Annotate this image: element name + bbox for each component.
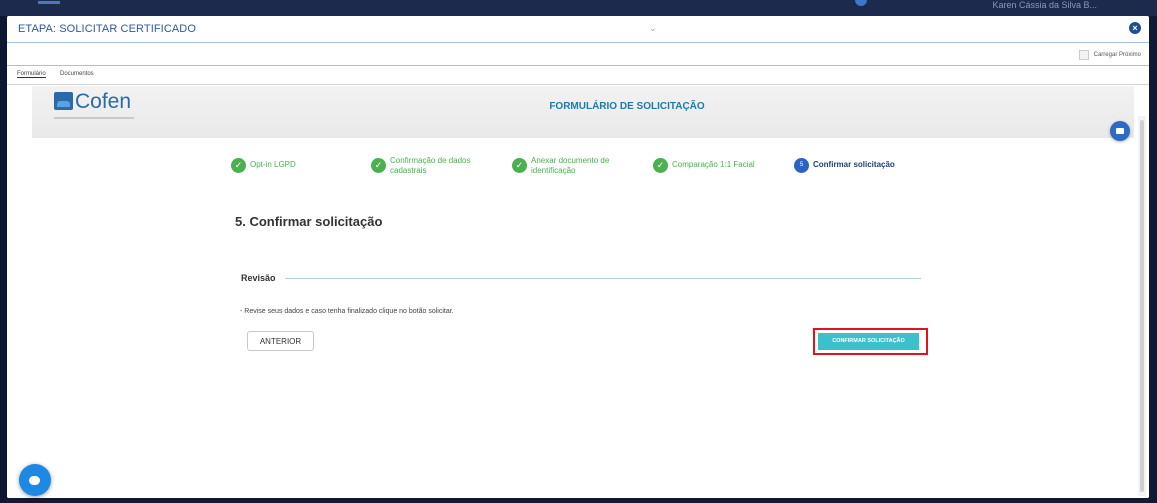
- check-icon: ✓: [512, 158, 527, 173]
- previous-button[interactable]: ANTERIOR: [247, 331, 314, 351]
- confirm-highlight: CONFIRMAR SOLICITAÇÃO: [813, 328, 928, 355]
- section-title: 5. Confirmar solicitação: [235, 214, 383, 229]
- step-label: Opt-in LGPD: [250, 160, 296, 169]
- tab-documentos[interactable]: Documentos: [60, 71, 94, 77]
- load-next-label: Carregar Próximo: [1093, 52, 1141, 58]
- dialog-header: ETAPA: SOLICITAR CERTIFICADO ⌄ ×: [7, 16, 1149, 43]
- step-label: Anexar documento de identificação: [531, 156, 609, 176]
- chevron-down-icon[interactable]: ⌄: [649, 23, 657, 34]
- review-instructions: - Revise seus dados e caso tenha finaliz…: [240, 308, 454, 315]
- dialog-title: ETAPA: SOLICITAR CERTIFICADO: [18, 23, 197, 35]
- step-anexar-documento: ✓ Anexar documento de identificação: [512, 156, 609, 176]
- step-label-line2: cadastrais: [390, 166, 427, 175]
- step-confirmar-solicitacao: 5 Confirmar solicitação: [794, 156, 895, 173]
- scrollbar-thumb[interactable]: [1140, 120, 1144, 492]
- form-content: Cofen FORMULÁRIO DE SOLICITAÇÃO ✓ Opt-in…: [7, 86, 1149, 498]
- close-icon[interactable]: ×: [1129, 22, 1141, 34]
- step-label: Confirmar solicitação: [813, 160, 895, 169]
- dialog-subbar: Carregar Próximo: [7, 43, 1149, 66]
- step-label-line1: Anexar documento de: [531, 156, 610, 165]
- step-confirmacao-dados: ✓ Confirmação de dados cadastrais: [371, 156, 471, 176]
- check-icon: ✓: [653, 158, 668, 173]
- review-label: Revisão: [241, 273, 276, 283]
- step-label-line2: identificação: [531, 166, 576, 175]
- step-label: Comparação 1:1 Facial: [672, 160, 755, 169]
- step-number: 5: [794, 158, 809, 173]
- tab-formulario[interactable]: Formulário: [17, 71, 46, 78]
- load-next-option[interactable]: Carregar Próximo: [1078, 50, 1141, 60]
- dialog-tabs: Formulário Documentos: [7, 66, 1149, 85]
- load-next-checkbox[interactable]: [1078, 50, 1089, 60]
- form-header: Cofen FORMULÁRIO DE SOLICITAÇÃO: [32, 86, 1134, 138]
- chat-floating-icon[interactable]: [1110, 121, 1130, 141]
- task-dialog: ETAPA: SOLICITAR CERTIFICADO ⌄ × Carrega…: [7, 16, 1149, 498]
- menu-icon: [38, 1, 60, 4]
- step-label-line1: Confirmação de dados: [390, 156, 471, 165]
- chat-bubble-icon[interactable]: [19, 464, 51, 496]
- logo-tagline: [54, 117, 134, 119]
- background-left-edge: [0, 16, 7, 503]
- step-label: Confirmação de dados cadastrais: [390, 156, 471, 176]
- check-icon: ✓: [231, 158, 246, 173]
- step-comparacao-facial: ✓ Comparação 1:1 Facial: [653, 156, 755, 173]
- background-topbar: [0, 0, 1157, 16]
- form-title: FORMULÁRIO DE SOLICITAÇÃO: [549, 101, 705, 112]
- check-icon: ✓: [371, 158, 386, 173]
- step-optin-lgpd: ✓ Opt-in LGPD: [231, 156, 296, 173]
- review-divider: [285, 278, 921, 279]
- confirm-request-button[interactable]: CONFIRMAR SOLICITAÇÃO: [818, 333, 919, 350]
- background-user-name: Karen Cássia da Silva B...: [992, 0, 1097, 10]
- scrollbar[interactable]: [1138, 116, 1146, 496]
